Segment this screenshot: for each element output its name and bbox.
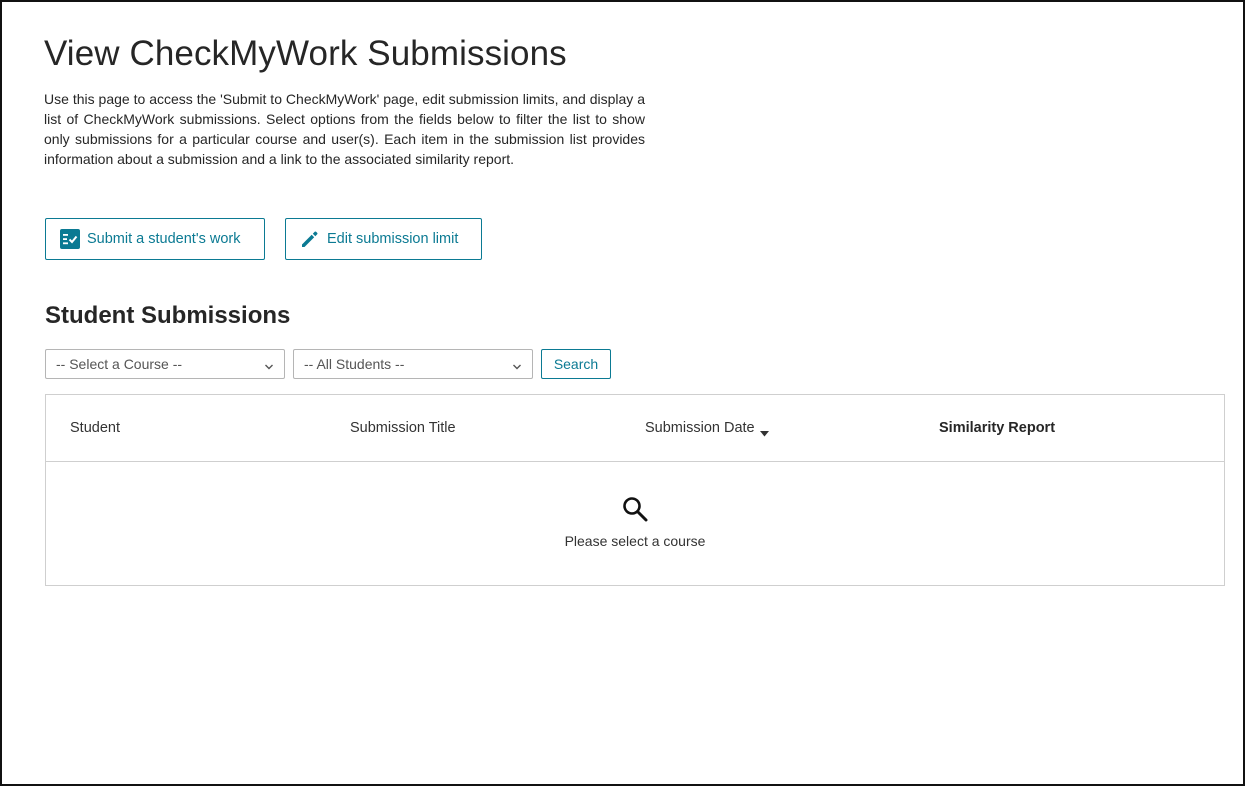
sort-descending-icon (759, 425, 769, 437)
column-header-submission-date[interactable]: Submission Date (645, 420, 769, 437)
course-select-value: -- Select a Course -- (56, 356, 183, 372)
edit-submission-limit-label: Edit submission limit (327, 231, 459, 247)
chevron-down-icon (264, 359, 274, 370)
section-title: Student Submissions (45, 302, 291, 329)
submissions-table: Student Submission Title Submission Date… (45, 394, 1225, 586)
course-select[interactable]: -- Select a Course -- (45, 349, 285, 379)
students-select[interactable]: -- All Students -- (293, 349, 533, 379)
page-title: View CheckMyWork Submissions (44, 34, 567, 73)
empty-state: Please select a course (46, 463, 1224, 586)
column-header-submission-date-label: Submission Date (645, 420, 755, 436)
empty-state-message: Please select a course (564, 533, 706, 549)
magnifier-icon (621, 495, 649, 523)
edit-submission-limit-button[interactable]: Edit submission limit (285, 218, 482, 260)
submit-student-work-button[interactable]: Submit a student's work (45, 218, 265, 260)
students-select-value: -- All Students -- (304, 356, 405, 372)
column-header-student[interactable]: Student (70, 420, 120, 436)
table-header: Student Submission Title Submission Date… (46, 395, 1224, 462)
column-header-submission-title[interactable]: Submission Title (350, 420, 456, 436)
search-button[interactable]: Search (541, 349, 611, 379)
column-header-similarity-report[interactable]: Similarity Report (939, 420, 1055, 436)
pencil-icon (300, 229, 320, 249)
checklist-icon (60, 229, 80, 249)
page-description: Use this page to access the 'Submit to C… (44, 91, 645, 167)
submit-student-work-label: Submit a student's work (87, 231, 241, 247)
chevron-down-icon (512, 359, 522, 370)
page-frame: View CheckMyWork Submissions Use this pa… (0, 0, 1245, 786)
